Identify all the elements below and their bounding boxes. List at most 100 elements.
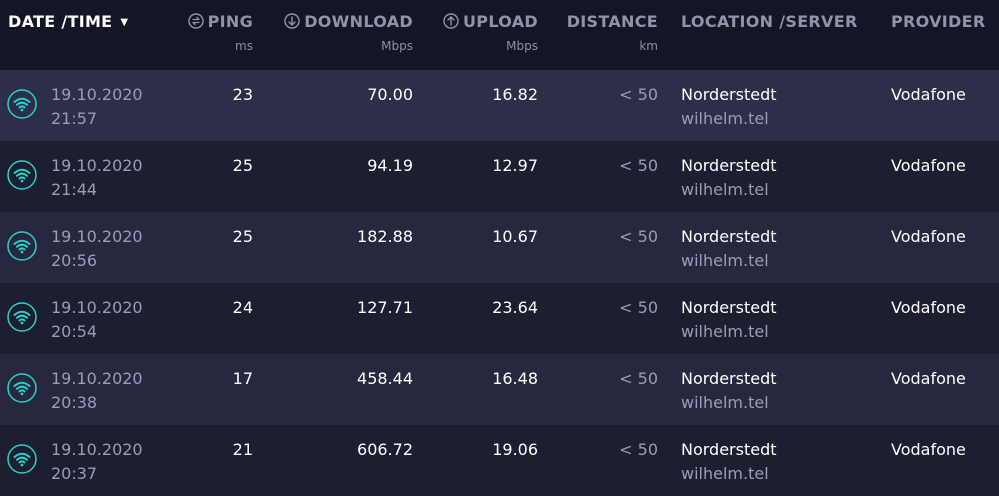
row-time: 20:38 xyxy=(51,393,98,412)
row-upload: 10.67 xyxy=(492,227,538,246)
row-ping: 25 xyxy=(232,227,253,246)
row-provider: Vodafone xyxy=(891,440,966,459)
download-header-label: DOWNLOAD xyxy=(304,12,413,31)
row-date-time: 19.10.2020 20:54 xyxy=(51,296,143,344)
row-download: 606.72 xyxy=(357,440,413,459)
row-location: Norderstedt xyxy=(681,156,777,175)
row-date-time: 19.10.2020 21:44 xyxy=(51,154,143,202)
row-date: 19.10.2020 xyxy=(51,440,143,459)
row-server: wilhelm.tel xyxy=(681,322,769,341)
row-ping: 23 xyxy=(232,85,253,104)
row-server: wilhelm.tel xyxy=(681,393,769,412)
sort-date-time[interactable]: DATE /TIME ▼ xyxy=(8,12,128,31)
row-provider: Vodafone xyxy=(891,227,966,246)
row-distance: < 50 xyxy=(619,298,658,317)
row-date-time: 19.10.2020 20:56 xyxy=(51,225,143,273)
row-upload: 12.97 xyxy=(492,156,538,175)
row-server: wilhelm.tel xyxy=(681,251,769,270)
date-time-header-label: DATE /TIME xyxy=(8,12,113,31)
sort-location-server[interactable]: LOCATION /SERVER xyxy=(681,12,858,31)
row-server: wilhelm.tel xyxy=(681,464,769,483)
row-provider: Vodafone xyxy=(891,298,966,317)
ping-unit: ms xyxy=(235,39,253,53)
sort-ping[interactable]: PING xyxy=(187,12,253,31)
row-provider: Vodafone xyxy=(891,156,966,175)
row-location-server: Norderstedt wilhelm.tel xyxy=(681,438,777,486)
row-ping: 24 xyxy=(232,298,253,317)
row-location: Norderstedt xyxy=(681,369,777,388)
row-time: 20:37 xyxy=(51,464,98,483)
row-distance: < 50 xyxy=(619,440,658,459)
wifi-icon xyxy=(7,160,37,190)
distance-unit: km xyxy=(639,39,658,53)
results-table: DATE /TIME ▼ PING ms DOWNLOAD Mbps UPLOAD… xyxy=(0,0,999,496)
ping-icon xyxy=(187,13,204,29)
row-location-server: Norderstedt wilhelm.tel xyxy=(681,367,777,415)
row-location-server: Norderstedt wilhelm.tel xyxy=(681,83,777,131)
row-location: Norderstedt xyxy=(681,85,777,104)
row-date-time: 19.10.2020 20:38 xyxy=(51,367,143,415)
location-header-label: LOCATION /SERVER xyxy=(681,12,858,31)
row-date: 19.10.2020 xyxy=(51,156,143,175)
table-row[interactable]: 19.10.2020 21:57 23 70.00 16.82 < 50 Nor… xyxy=(0,70,999,141)
row-ping: 21 xyxy=(232,440,253,459)
row-location-server: Norderstedt wilhelm.tel xyxy=(681,225,777,273)
row-ping: 25 xyxy=(232,156,253,175)
row-time: 21:44 xyxy=(51,180,98,199)
row-server: wilhelm.tel xyxy=(681,180,769,199)
row-download: 182.88 xyxy=(357,227,413,246)
wifi-icon xyxy=(7,89,37,119)
row-location: Norderstedt xyxy=(681,440,777,459)
sort-download[interactable]: DOWNLOAD xyxy=(284,12,413,31)
sort-upload[interactable]: UPLOAD xyxy=(443,12,538,31)
row-time: 20:54 xyxy=(51,322,98,341)
row-distance: < 50 xyxy=(619,156,658,175)
download-icon xyxy=(284,13,300,29)
download-unit: Mbps xyxy=(381,39,413,53)
row-provider: Vodafone xyxy=(891,85,966,104)
sort-distance[interactable]: DISTANCE xyxy=(567,12,658,31)
row-provider: Vodafone xyxy=(891,369,966,388)
row-date: 19.10.2020 xyxy=(51,369,143,388)
row-upload: 16.82 xyxy=(492,85,538,104)
sort-descending-icon: ▼ xyxy=(120,17,129,28)
upload-icon xyxy=(443,13,459,29)
row-location: Norderstedt xyxy=(681,298,777,317)
row-distance: < 50 xyxy=(619,369,658,388)
row-download: 127.71 xyxy=(357,298,413,317)
row-date: 19.10.2020 xyxy=(51,298,143,317)
row-date: 19.10.2020 xyxy=(51,227,143,246)
row-date-time: 19.10.2020 20:37 xyxy=(51,438,143,486)
row-date: 19.10.2020 xyxy=(51,85,143,104)
provider-header-label: PROVIDER xyxy=(891,12,986,31)
table-row[interactable]: 19.10.2020 20:37 21 606.72 19.06 < 50 No… xyxy=(0,425,999,496)
row-upload: 23.64 xyxy=(492,298,538,317)
row-download: 458.44 xyxy=(357,369,413,388)
row-distance: < 50 xyxy=(619,227,658,246)
row-time: 21:57 xyxy=(51,109,98,128)
row-upload: 19.06 xyxy=(492,440,538,459)
wifi-icon xyxy=(7,231,37,261)
ping-header-label: PING xyxy=(207,12,253,31)
table-row[interactable]: 19.10.2020 20:38 17 458.44 16.48 < 50 No… xyxy=(0,354,999,425)
table-row[interactable]: 19.10.2020 21:44 25 94.19 12.97 < 50 Nor… xyxy=(0,141,999,212)
table-row[interactable]: 19.10.2020 20:56 25 182.88 10.67 < 50 No… xyxy=(0,212,999,283)
sort-provider[interactable]: PROVIDER xyxy=(891,12,986,31)
upload-unit: Mbps xyxy=(506,39,538,53)
row-download: 70.00 xyxy=(367,85,413,104)
row-distance: < 50 xyxy=(619,85,658,104)
wifi-icon xyxy=(7,444,37,474)
row-upload: 16.48 xyxy=(492,369,538,388)
distance-header-label: DISTANCE xyxy=(566,12,658,31)
wifi-icon xyxy=(7,302,37,332)
table-row[interactable]: 19.10.2020 20:54 24 127.71 23.64 < 50 No… xyxy=(0,283,999,354)
row-location-server: Norderstedt wilhelm.tel xyxy=(681,296,777,344)
row-date-time: 19.10.2020 21:57 xyxy=(51,83,143,131)
wifi-icon xyxy=(7,373,37,403)
row-download: 94.19 xyxy=(367,156,413,175)
row-time: 20:56 xyxy=(51,251,98,270)
row-server: wilhelm.tel xyxy=(681,109,769,128)
row-location-server: Norderstedt wilhelm.tel xyxy=(681,154,777,202)
row-location: Norderstedt xyxy=(681,227,777,246)
upload-header-label: UPLOAD xyxy=(463,12,538,31)
